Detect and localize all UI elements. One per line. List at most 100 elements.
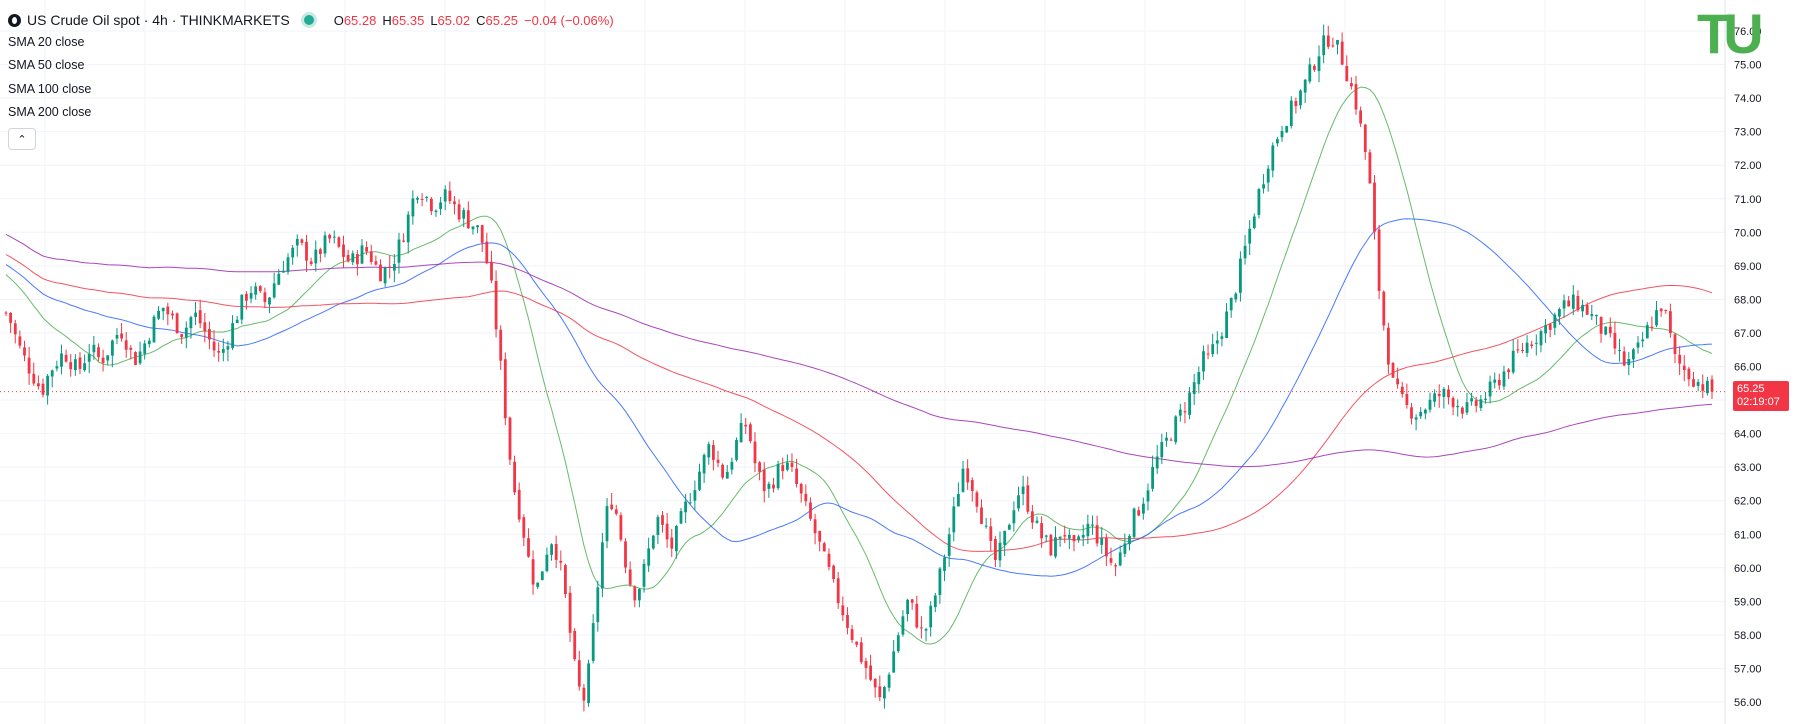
price-axis-label: 58.00	[1734, 630, 1762, 642]
candle-body	[184, 327, 188, 338]
candle-body	[684, 501, 687, 513]
candle-body	[282, 270, 285, 273]
candle-body	[1114, 565, 1117, 567]
candle-body	[559, 560, 563, 563]
candle-body	[1206, 353, 1210, 355]
candle-body	[762, 469, 766, 492]
low-value: 65.02	[437, 12, 471, 28]
candle-body	[1202, 351, 1205, 372]
price-axis-label: 57.00	[1734, 663, 1762, 675]
candle-body	[1317, 56, 1321, 71]
indicator-sma-50[interactable]: SMA 50 close	[8, 54, 614, 78]
candle-body	[679, 511, 683, 524]
candle-body	[1303, 79, 1307, 93]
candle-body	[1026, 485, 1030, 512]
candle-body	[859, 642, 863, 663]
candle-body	[1673, 334, 1677, 354]
candle-body	[1211, 344, 1215, 355]
candle-body	[420, 199, 424, 200]
candle-body	[365, 247, 368, 252]
candle-body	[1632, 349, 1635, 360]
candle-body	[120, 333, 123, 339]
candle-body	[1285, 126, 1289, 133]
candle-body	[841, 605, 845, 616]
indicator-sma-20[interactable]: SMA 20 close	[8, 30, 614, 54]
candle-body	[171, 313, 174, 316]
candle-body	[896, 635, 900, 652]
candle-body	[295, 238, 299, 246]
price-axis-label: 73.00	[1734, 127, 1762, 139]
candle-body	[513, 461, 516, 493]
symbol-header[interactable]: US Crude Oil spot · 4h · THINKMARKETS O6…	[8, 10, 614, 30]
candle-body	[642, 563, 646, 587]
candle-body	[1521, 350, 1524, 351]
candle-body	[1105, 537, 1108, 557]
candle-body	[980, 507, 983, 524]
candle-body	[1544, 325, 1547, 334]
price-axis-label: 59.00	[1734, 596, 1762, 608]
candle-body	[781, 465, 785, 472]
candle-body	[1391, 363, 1395, 378]
candle-body	[388, 266, 392, 268]
collapse-legend-button[interactable]: ⌃	[8, 128, 36, 150]
candle-body	[277, 273, 281, 285]
candle-body	[1040, 523, 1043, 539]
candle-body	[397, 239, 401, 263]
candle-body	[272, 283, 276, 298]
candle-body	[323, 235, 327, 254]
candle-body	[138, 351, 142, 364]
candle-body	[37, 383, 40, 387]
candle-body	[1220, 336, 1224, 339]
candle-body	[1414, 417, 1418, 420]
candle-body	[1322, 35, 1326, 56]
candle-body	[1234, 293, 1238, 300]
candle-body	[984, 525, 988, 527]
candle-body	[208, 329, 211, 340]
candle-body	[1197, 372, 1201, 385]
candle-body	[1562, 300, 1566, 309]
candle-body	[795, 468, 798, 484]
candle-body	[827, 553, 831, 567]
candle-body	[503, 359, 507, 419]
candle-body	[1068, 534, 1071, 539]
candle-body	[536, 582, 540, 587]
candle-body	[693, 490, 697, 501]
market-status-icon[interactable]	[303, 15, 314, 25]
candle-body	[638, 589, 641, 601]
chart-legend: US Crude Oil spot · 4h · THINKMARKETS O6…	[8, 10, 614, 150]
price-axis-label: 62.00	[1734, 496, 1762, 508]
candle-body	[217, 351, 221, 353]
candle-body	[46, 375, 49, 396]
candle-body	[809, 502, 812, 519]
candle-body	[1387, 327, 1390, 365]
candle-body	[957, 494, 960, 507]
candle-body	[1516, 349, 1520, 351]
candle-body	[1229, 297, 1233, 311]
candle-body	[1239, 258, 1242, 293]
candle-body	[1044, 535, 1048, 537]
candle-body	[661, 515, 664, 525]
price-axis-label: 64.00	[1734, 429, 1762, 441]
candle-body	[1294, 101, 1298, 107]
symbol-title[interactable]: US Crude Oil spot · 4h · THINKMARKETS	[27, 12, 290, 28]
candle-body	[1484, 398, 1487, 400]
candle-body	[249, 293, 253, 299]
candle-body	[434, 210, 438, 212]
candle-body	[383, 267, 387, 284]
indicator-sma-100[interactable]: SMA 100 close	[8, 77, 614, 101]
candle-body	[989, 526, 993, 541]
candle-body	[1669, 311, 1672, 334]
candle-body	[786, 462, 789, 470]
candle-body	[721, 464, 724, 478]
candle-body	[910, 599, 914, 603]
candle-body	[966, 468, 970, 483]
candle-body	[550, 544, 553, 555]
candle-body	[64, 354, 68, 362]
indicator-sma-200[interactable]: SMA 200 close	[8, 101, 614, 125]
candle-body	[564, 565, 567, 595]
symbol-logo-icon	[8, 13, 21, 27]
candle-body	[1252, 216, 1256, 228]
candle-body	[1160, 442, 1164, 458]
candle-body	[74, 359, 77, 370]
candle-body	[175, 313, 179, 334]
